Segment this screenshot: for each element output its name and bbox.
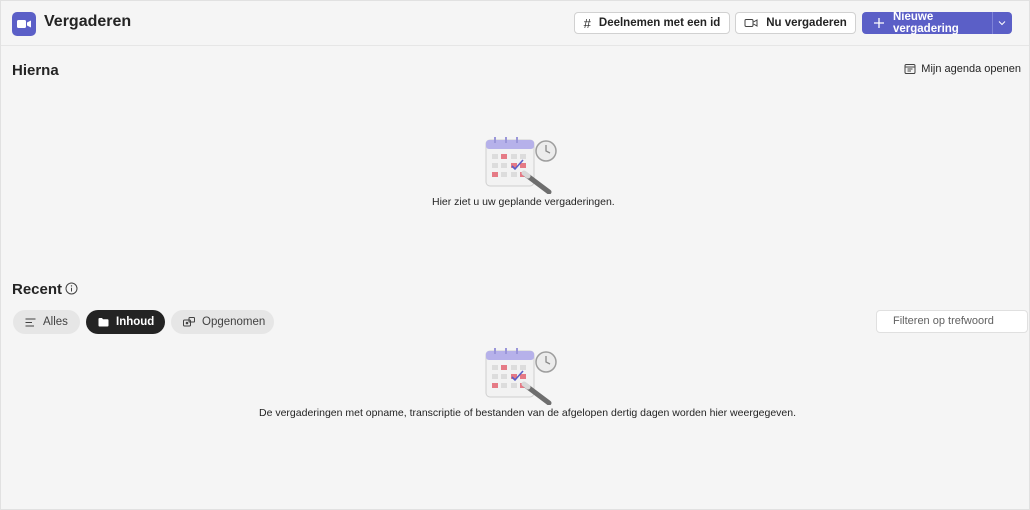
calendar-illustration-icon <box>483 347 559 405</box>
meet-now-label: Nu vergaderen <box>766 17 847 29</box>
calendar-icon <box>904 63 916 75</box>
open-calendar-label: Mijn agenda openen <box>921 63 1021 75</box>
meetings-app-window: Vergaderen # Deelnemen met een id Nu ver… <box>0 0 1030 510</box>
folder-icon <box>98 317 109 327</box>
join-by-id-button[interactable]: # Deelnemen met een id <box>574 12 730 34</box>
video-camera-icon <box>12 12 36 36</box>
join-by-id-label: Deelnemen met een id <box>598 17 721 29</box>
new-meeting-button[interactable]: Nieuwe vergadering <box>862 11 992 35</box>
filter-pill-recorded-label: Opgenomen <box>202 316 266 328</box>
new-meeting-label: Nieuwe vergadering <box>893 11 959 35</box>
plus-icon <box>873 17 885 29</box>
new-meeting-split-button: Nieuwe vergadering <box>862 11 1012 35</box>
calendar-illustration-icon <box>483 136 559 194</box>
recording-icon <box>183 317 195 327</box>
new-meeting-dropdown[interactable] <box>993 12 1011 34</box>
filter-pill-all-label: Alles <box>43 316 68 328</box>
filter-pill-content-label: Inhoud <box>116 316 155 328</box>
filter-pill-recorded[interactable]: Opgenomen <box>171 310 274 334</box>
chevron-down-icon <box>998 20 1006 26</box>
filter-pill-all[interactable]: Alles <box>13 310 80 334</box>
recent-section-title: Recent <box>12 281 63 298</box>
hash-icon: # <box>583 15 591 31</box>
upcoming-section-title: Hierna <box>12 62 59 79</box>
video-icon <box>744 17 758 29</box>
filter-pill-content[interactable]: Inhoud <box>86 310 165 334</box>
recent-empty-text: De vergaderingen met opname, transcripti… <box>259 407 797 419</box>
info-icon[interactable] <box>65 282 78 295</box>
upcoming-empty-text: Hier ziet u uw geplande vergaderingen. <box>432 196 615 208</box>
meet-now-button[interactable]: Nu vergaderen <box>735 12 856 34</box>
keyword-filter-input[interactable]: Filteren op trefwoord <box>876 310 1028 333</box>
open-calendar-link[interactable]: Mijn agenda openen <box>904 63 1021 75</box>
list-icon <box>25 318 36 327</box>
app-title: Vergaderen <box>44 13 132 30</box>
app-header: Vergaderen # Deelnemen met een id Nu ver… <box>1 1 1029 46</box>
